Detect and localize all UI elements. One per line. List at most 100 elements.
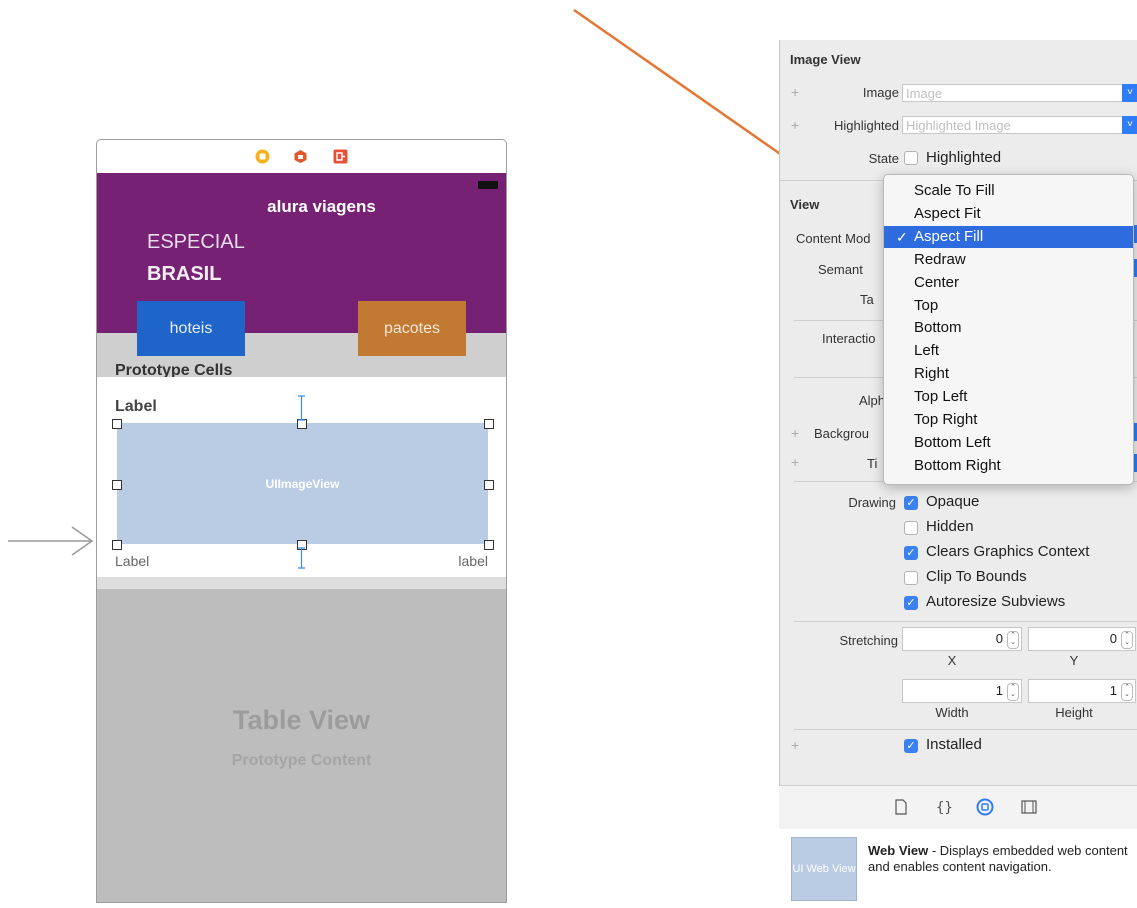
hidden-label: Hidden [926, 518, 974, 535]
installed-label: Installed [926, 736, 982, 753]
object-library-icon[interactable] [976, 798, 994, 816]
clip-to-bounds-checkbox[interactable] [904, 571, 918, 585]
code-snippet-icon[interactable]: {} [934, 798, 952, 816]
library-toolbar: {} [779, 785, 1137, 830]
state-highlighted-checkbox[interactable] [904, 151, 918, 165]
drawing-label: Drawing [848, 495, 896, 510]
tint-label: Ti [867, 456, 878, 471]
content-mode-option[interactable]: Left [884, 340, 1133, 362]
content-mode-option[interactable]: Bottom Left [884, 432, 1133, 454]
content-mode-option[interactable]: Bottom Right [884, 455, 1133, 477]
stretch-height-value: 1 [1109, 683, 1117, 698]
content-mode-option-label: Center [914, 273, 960, 291]
checkmark-icon: ✓ [896, 228, 908, 245]
installed-checkbox[interactable]: ✓ [904, 739, 918, 753]
chevron-down-icon-2[interactable]: ˅ [1122, 116, 1137, 134]
content-mode-option[interactable]: Right [884, 363, 1133, 385]
stretch-x-value: 0 [995, 631, 1003, 646]
resize-handle-top-left[interactable] [112, 419, 122, 429]
resize-handle-right[interactable] [484, 480, 494, 490]
autoresize-label: Autoresize Subviews [926, 593, 1066, 610]
content-mode-option[interactable]: Top [884, 295, 1133, 317]
interaction-label: Interactio [822, 331, 876, 346]
app-title: alura viagens [267, 197, 376, 216]
content-mode-option[interactable]: Redraw [884, 249, 1133, 271]
content-mode-option[interactable]: Top Left [884, 386, 1133, 408]
storyboard-scene[interactable]: alura viagens ESPECIAL BRASIL hoteis pac… [96, 139, 507, 903]
view-controller-icon[interactable] [255, 149, 270, 164]
highlighted-label: Highlighted [833, 118, 899, 133]
prototype-cell[interactable]: Label UIImageView Label label [97, 377, 506, 577]
resize-handle-top-right[interactable] [484, 419, 494, 429]
stepper-icon-2[interactable]: ⌃ ⌄ [1121, 631, 1133, 649]
library-item-web-view[interactable]: UI Web View Web View - Displays embedded… [779, 829, 1137, 908]
content-mode-option-label: Scale To Fill [914, 182, 995, 199]
content-mode-label: Content Mod [796, 231, 871, 246]
height-label: Height [1055, 705, 1093, 720]
state-label: State [868, 151, 899, 166]
cell-title-label[interactable]: Label [115, 398, 157, 416]
divider-5 [794, 729, 1137, 730]
image-field[interactable]: Image ˅ [902, 84, 1137, 102]
add-variation-button-4[interactable]: + [791, 454, 799, 470]
stepper-icon[interactable]: ⌃ ⌄ [1007, 631, 1019, 649]
divider-4 [794, 621, 1137, 622]
cell-left-label[interactable]: Label [115, 553, 149, 569]
stepper-icon-4[interactable]: ⌃ ⌄ [1121, 683, 1133, 701]
resize-handle-bottom-right[interactable] [484, 540, 494, 550]
stretch-width-field[interactable]: 1 ⌃ ⌄ [902, 679, 1022, 703]
highlighted-image-field[interactable]: Highlighted Image ˅ [902, 116, 1137, 134]
content-mode-option-label: Bottom Left [914, 433, 991, 451]
content-mode-dropdown[interactable]: Scale To Fill Aspect Fit ✓ Aspect Fill Redra… [883, 174, 1134, 485]
content-mode-option-label: Top Left [914, 388, 968, 406]
content-mode-option[interactable]: Bottom [884, 317, 1133, 339]
stretch-x-field[interactable]: 0 ⌃ ⌄ [902, 627, 1022, 651]
pacotes-button[interactable]: pacotes [358, 301, 466, 356]
content-mode-option[interactable]: Top Right [884, 409, 1133, 431]
content-mode-option-label: Redraw [914, 250, 966, 268]
add-installed-variation-button[interactable]: + [791, 737, 799, 753]
content-mode-option[interactable]: Scale To Fill [884, 180, 1133, 202]
file-template-icon[interactable] [892, 798, 910, 816]
resize-handle-bottom-left[interactable] [112, 540, 122, 550]
state-highlighted-text: Highlighted [926, 149, 1002, 166]
resize-handle-left[interactable] [112, 480, 122, 490]
ui-image-view[interactable]: UIImageView [117, 423, 488, 544]
highlighted-placeholder: Highlighted Image [906, 118, 1011, 133]
chevron-down-icon[interactable]: ˅ [1122, 84, 1137, 102]
tag-label: Ta [860, 292, 874, 307]
image-label: Image [862, 85, 899, 100]
stretch-height-field[interactable]: 1 ⌃ ⌄ [1028, 679, 1136, 703]
clip-to-bounds-label: Clip To Bounds [926, 568, 1027, 585]
stretch-y-field[interactable]: 0 ⌃ ⌄ [1028, 627, 1136, 651]
semantic-label: Semant [818, 262, 863, 277]
first-responder-icon[interactable] [293, 149, 308, 164]
add-variation-button-3[interactable]: + [791, 425, 799, 441]
hoteis-button[interactable]: hoteis [137, 301, 245, 356]
add-variation-button[interactable]: + [791, 84, 799, 100]
top-constraint-icon [298, 395, 305, 421]
content-mode-option[interactable]: Aspect Fit [884, 203, 1133, 225]
stretching-label: Stretching [839, 633, 898, 648]
content-mode-option-label: Aspect Fit [914, 204, 981, 222]
autoresize-checkbox[interactable]: ✓ [904, 596, 918, 610]
image-view-section-title: Image View [790, 52, 861, 67]
content-mode-option[interactable]: ✓ Aspect Fill [884, 225, 1133, 248]
content-mode-option[interactable]: Center [884, 272, 1133, 294]
media-library-icon[interactable] [1020, 798, 1038, 816]
brasil-label: BRASIL [147, 263, 222, 285]
exit-icon[interactable] [333, 149, 348, 164]
web-view-name: Web View [868, 843, 929, 858]
opaque-checkbox[interactable]: ✓ [904, 496, 918, 510]
add-variation-button-2[interactable]: + [791, 117, 799, 133]
content-mode-option-label: Aspect Fill [914, 227, 984, 245]
clears-graphics-checkbox[interactable]: ✓ [904, 546, 918, 560]
scene-dock [97, 140, 506, 174]
cell-right-label[interactable]: label [458, 553, 488, 569]
battery-icon [478, 181, 498, 189]
stepper-icon-3[interactable]: ⌃ ⌄ [1007, 683, 1019, 701]
hidden-checkbox[interactable] [904, 521, 918, 535]
bottom-constraint-icon [298, 547, 305, 569]
width-label: Width [935, 705, 969, 720]
clears-graphics-label: Clears Graphics Context [926, 543, 1090, 560]
